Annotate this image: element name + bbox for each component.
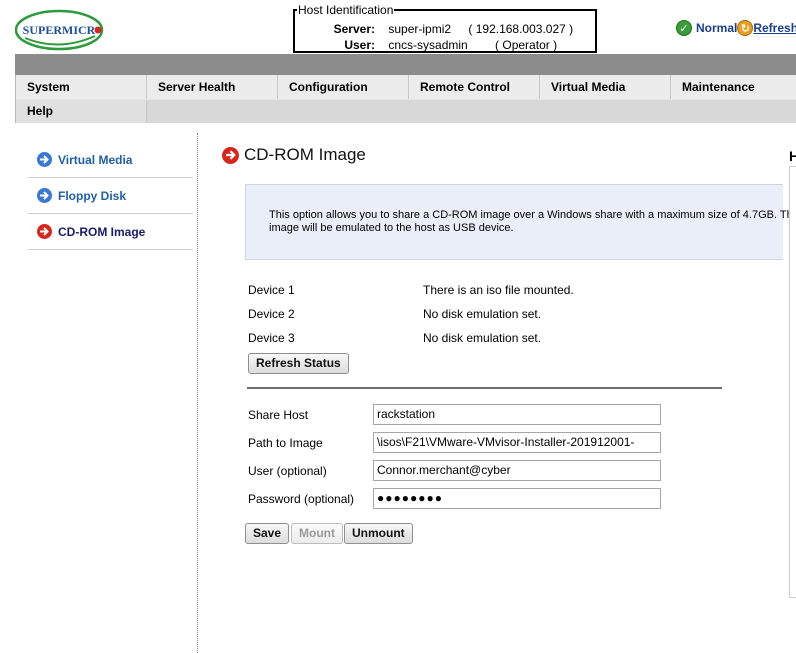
- menu-system[interactable]: System: [16, 75, 147, 99]
- user-input[interactable]: Connor.merchant@cyber: [373, 460, 661, 481]
- user-name: cncs-sysadmin: [388, 38, 468, 52]
- menu-configuration[interactable]: Configuration: [278, 75, 409, 99]
- info-text: This option allows you to share a CD-ROM…: [269, 209, 789, 235]
- device-1-status: There is an iso file mounted.: [423, 283, 574, 297]
- ipmi-page: SUPERMICR Host Identification Server: su…: [0, 0, 796, 653]
- user-label: User:: [344, 38, 375, 52]
- path-to-image-label: Path to Image: [248, 436, 323, 450]
- arrow-right-icon: [37, 224, 52, 239]
- sidebar: Virtual Media Floppy Disk CD-ROM Image: [28, 142, 193, 250]
- header-band: [15, 54, 796, 75]
- menu-help[interactable]: Help: [16, 100, 147, 123]
- sidebar-item-label: Floppy Disk: [58, 188, 127, 203]
- supermicro-logo-graphic: SUPERMICR: [14, 9, 104, 51]
- device-1-label: Device 1: [248, 283, 295, 297]
- refresh-icon[interactable]: ↻: [737, 20, 754, 36]
- host-identification-legend: Host Identification: [297, 3, 395, 17]
- sidebar-divider: [197, 133, 198, 653]
- help-panel-heading: H: [789, 148, 796, 164]
- share-host-label: Share Host: [248, 408, 309, 422]
- unmount-button[interactable]: Unmount: [344, 523, 413, 544]
- svg-text:SUPERMICR: SUPERMICR: [23, 23, 96, 37]
- menu-server-health[interactable]: Server Health: [147, 75, 278, 99]
- server-row: Server: super-ipmi2 ( 192.168.003.027 ): [325, 22, 574, 36]
- menu-row-secondary: Help: [16, 100, 796, 123]
- page-title-text: CD-ROM Image: [244, 145, 366, 164]
- info-line-2: image will be emulated to the host as US…: [269, 222, 514, 234]
- info-line-1: This option allows you to share a CD-ROM…: [269, 209, 789, 221]
- arrow-right-icon: [37, 152, 52, 167]
- device-2-label: Device 2: [248, 307, 295, 321]
- host-identification-box: Host Identification Server: super-ipmi2 …: [293, 4, 597, 53]
- mount-button[interactable]: Mount: [291, 523, 343, 544]
- page-title: CD-ROM Image: [222, 145, 366, 165]
- server-name: super-ipmi2: [388, 22, 452, 36]
- supermicro-logo[interactable]: SUPERMICR: [14, 8, 105, 52]
- device-3-label: Device 3: [248, 331, 295, 345]
- user-role: ( Operator ): [495, 38, 558, 52]
- user-row: User: cncs-sysadmin ( Operator ): [325, 38, 557, 52]
- password-input[interactable]: ●●●●●●●●: [373, 488, 661, 509]
- path-to-image-input[interactable]: \isos\F21\VMware-VMvisor-Installer-20191…: [373, 432, 661, 453]
- menu-maintenance[interactable]: Maintenance: [671, 75, 796, 99]
- user-optional-label: User (optional): [248, 464, 327, 478]
- status-area: ✓ Normal ↻ Refresh: [676, 20, 796, 36]
- sidebar-item-label: CD-ROM Image: [58, 224, 146, 239]
- sidebar-item-floppy-disk[interactable]: Floppy Disk: [28, 178, 193, 214]
- menu-filler: [147, 100, 796, 123]
- menu-virtual-media[interactable]: Virtual Media: [540, 75, 671, 99]
- device-2-status: No disk emulation set.: [423, 307, 542, 321]
- status-text: Normal: [696, 21, 738, 35]
- server-ip: ( 192.168.003.027 ): [468, 22, 574, 36]
- sidebar-item-virtual-media[interactable]: Virtual Media: [28, 142, 193, 178]
- share-host-input[interactable]: rackstation: [373, 404, 661, 425]
- refresh-link[interactable]: Refresh: [753, 21, 796, 35]
- password-optional-label: Password (optional): [248, 492, 355, 506]
- refresh-status-button[interactable]: Refresh Status: [248, 353, 349, 374]
- menu-row-primary: System Server Health Configuration Remot…: [16, 75, 796, 99]
- help-panel: [789, 166, 796, 598]
- arrow-right-icon: [222, 146, 239, 164]
- device-3-status: No disk emulation set.: [423, 331, 542, 345]
- section-divider: [247, 387, 722, 389]
- menu-remote-control[interactable]: Remote Control: [409, 75, 540, 99]
- arrow-right-icon: [37, 188, 52, 203]
- checkmark-icon: ✓: [676, 20, 692, 36]
- server-label: Server:: [333, 22, 375, 36]
- info-box: This option allows you to share a CD-ROM…: [245, 184, 789, 260]
- sidebar-item-cd-rom-image[interactable]: CD-ROM Image: [28, 214, 193, 250]
- main-menu: System Server Health Configuration Remot…: [15, 75, 796, 123]
- save-button[interactable]: Save: [245, 523, 290, 544]
- sidebar-item-label: Virtual Media: [58, 152, 133, 167]
